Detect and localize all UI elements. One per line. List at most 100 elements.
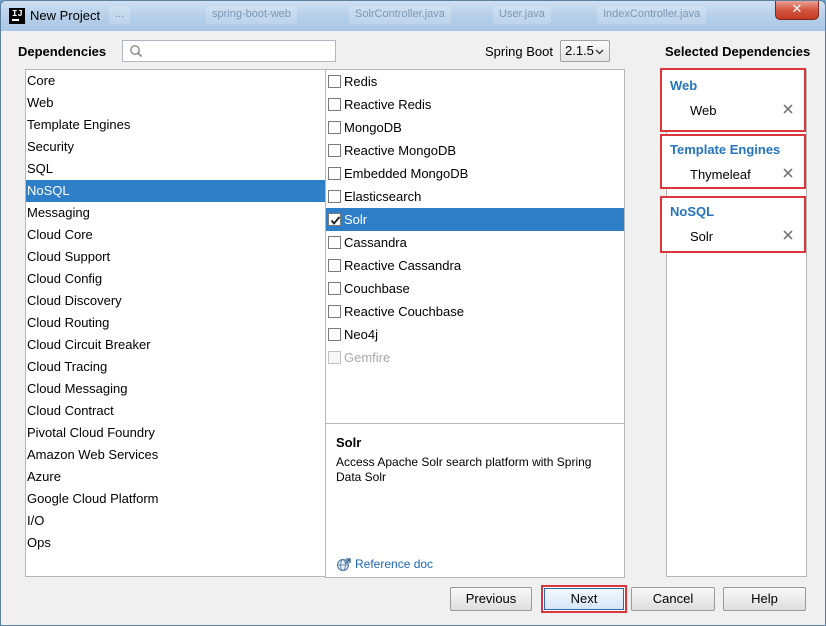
dependency-checkbox[interactable] <box>328 98 341 111</box>
category-label: Core <box>27 73 56 88</box>
close-icon[interactable] <box>782 229 794 241</box>
dependency-checkbox[interactable] <box>328 282 341 295</box>
category-item-cloud-contract[interactable]: Cloud Contract <box>26 400 325 422</box>
help-button[interactable]: Help <box>723 587 806 611</box>
category-item-cloud-config[interactable]: Cloud Config <box>26 268 325 290</box>
dependency-checkbox-disabled <box>328 351 341 364</box>
cancel-button-label: Cancel <box>652 591 694 606</box>
search-icon <box>130 45 143 58</box>
dependency-item-redis[interactable]: Redis <box>326 70 624 93</box>
selected-group-nosql: NoSQL Solr <box>660 196 806 253</box>
dependency-item-elasticsearch[interactable]: Elasticsearch <box>326 185 624 208</box>
description-title: Solr <box>336 435 362 450</box>
dependency-label: Neo4j <box>344 327 378 342</box>
category-item-cloud-support[interactable]: Cloud Support <box>26 246 325 268</box>
category-item-cloud-tracing[interactable]: Cloud Tracing <box>26 356 325 378</box>
category-label: Cloud Messaging <box>27 381 128 396</box>
dependency-label: Cassandra <box>344 235 407 250</box>
close-icon[interactable] <box>782 167 794 179</box>
dependency-checkbox[interactable] <box>328 259 341 272</box>
dependency-item-embedded-mongodb[interactable]: Embedded MongoDB <box>326 162 624 185</box>
dependency-item-neo4j[interactable]: Neo4j <box>326 323 624 346</box>
background-tab: User.java <box>493 6 551 24</box>
selected-group-title: Web <box>670 78 698 93</box>
dependency-item-reactive-couchbase[interactable]: Reactive Couchbase <box>326 300 624 323</box>
dependency-checkbox[interactable] <box>328 144 341 157</box>
category-item-pivotal-cloud-foundry[interactable]: Pivotal Cloud Foundry <box>26 422 325 444</box>
category-label: Pivotal Cloud Foundry <box>27 425 155 440</box>
dependency-checkbox[interactable] <box>328 167 341 180</box>
window-close-button[interactable]: ✕ <box>775 1 819 20</box>
category-label: I/O <box>27 513 45 528</box>
next-button[interactable]: Next <box>541 585 627 613</box>
category-item-azure[interactable]: Azure <box>26 466 325 488</box>
dependency-checkbox[interactable] <box>328 75 341 88</box>
dependency-checkbox[interactable] <box>328 121 341 134</box>
dependency-item-couchbase[interactable]: Couchbase <box>326 277 624 300</box>
title-bar[interactable]: IJ New Project ... spring-boot-web SolrC… <box>1 1 825 31</box>
category-label: Web <box>27 95 54 110</box>
dependency-label: Elasticsearch <box>344 189 422 204</box>
dependency-label: Reactive Couchbase <box>344 304 464 319</box>
category-label: Azure <box>27 469 61 484</box>
category-item-security[interactable]: Security <box>26 136 325 158</box>
category-item-cloud-circuit-breaker[interactable]: Cloud Circuit Breaker <box>26 334 325 356</box>
category-item-cloud-core[interactable]: Cloud Core <box>26 224 325 246</box>
dependency-item-reactive-redis[interactable]: Reactive Redis <box>326 93 624 116</box>
dependency-label: MongoDB <box>344 120 402 135</box>
close-icon[interactable] <box>782 103 794 115</box>
category-item-cloud-messaging[interactable]: Cloud Messaging <box>26 378 325 400</box>
category-item-ops[interactable]: Ops <box>26 532 325 554</box>
dialog-content: Dependencies Spring Boot 2.1.5 Core Web … <box>8 31 818 620</box>
background-tab: ... <box>109 6 131 24</box>
category-label: SQL <box>27 161 54 176</box>
previous-button[interactable]: Previous <box>450 587 532 611</box>
category-label: Cloud Routing <box>27 315 110 330</box>
spring-boot-version-value: 2.1.5 <box>565 43 594 58</box>
dependency-checkbox[interactable] <box>328 190 341 203</box>
category-label: Ops <box>27 535 51 550</box>
dependency-label: Solr <box>344 212 368 227</box>
dependency-item-reactive-mongodb[interactable]: Reactive MongoDB <box>326 139 624 162</box>
category-item-cloud-discovery[interactable]: Cloud Discovery <box>26 290 325 312</box>
spring-boot-version-select[interactable]: 2.1.5 <box>560 40 610 62</box>
dependency-item-solr[interactable]: Solr <box>326 208 624 231</box>
category-item-sql[interactable]: SQL <box>26 158 325 180</box>
dependency-description: Solr Access Apache Solr search platform … <box>325 423 625 578</box>
category-item-io[interactable]: I/O <box>26 510 325 532</box>
category-item-nosql[interactable]: NoSQL <box>26 180 325 202</box>
category-item-core[interactable]: Core <box>26 70 325 92</box>
background-tab: SolrController.java <box>349 6 451 24</box>
category-item-cloud-routing[interactable]: Cloud Routing <box>26 312 325 334</box>
dependency-label: Redis <box>344 74 378 89</box>
dependency-list[interactable]: Redis Reactive Redis MongoDB Reactive Mo… <box>325 69 625 424</box>
dependency-item-mongodb[interactable]: MongoDB <box>326 116 624 139</box>
category-label: Cloud Tracing <box>27 359 108 374</box>
dependency-checkbox-checked[interactable] <box>328 213 341 226</box>
selected-group-web: Web Web <box>660 68 806 132</box>
dependencies-label: Dependencies <box>18 44 107 59</box>
category-label: Google Cloud Platform <box>27 491 159 506</box>
dependency-checkbox[interactable] <box>328 328 341 341</box>
dependency-search-input[interactable] <box>122 40 336 62</box>
dependency-item-cassandra[interactable]: Cassandra <box>326 231 624 254</box>
category-label: NoSQL <box>27 183 70 198</box>
help-button-label: Help <box>751 591 778 606</box>
category-list[interactable]: Core Web Template Engines Security SQL N… <box>25 69 326 577</box>
reference-doc-link[interactable]: Reference doc <box>336 557 433 572</box>
checkmark-icon <box>330 216 341 225</box>
dependency-checkbox[interactable] <box>328 236 341 249</box>
dependency-item-gemfire: Gemfire <box>326 346 624 369</box>
category-item-template-engines[interactable]: Template Engines <box>26 114 325 136</box>
cancel-button[interactable]: Cancel <box>631 587 715 611</box>
category-label: Cloud Config <box>27 271 103 286</box>
category-item-web[interactable]: Web <box>26 92 325 114</box>
category-item-google-cloud-platform[interactable]: Google Cloud Platform <box>26 488 325 510</box>
dependency-checkbox[interactable] <box>328 305 341 318</box>
dependency-item-reactive-cassandra[interactable]: Reactive Cassandra <box>326 254 624 277</box>
description-text: Access Apache Solr search platform with … <box>336 455 592 484</box>
category-item-amazon-web-services[interactable]: Amazon Web Services <box>26 444 325 466</box>
selected-dependencies-title: Selected Dependencies <box>665 44 811 59</box>
category-item-messaging[interactable]: Messaging <box>26 202 325 224</box>
category-label: Cloud Support <box>27 249 111 264</box>
